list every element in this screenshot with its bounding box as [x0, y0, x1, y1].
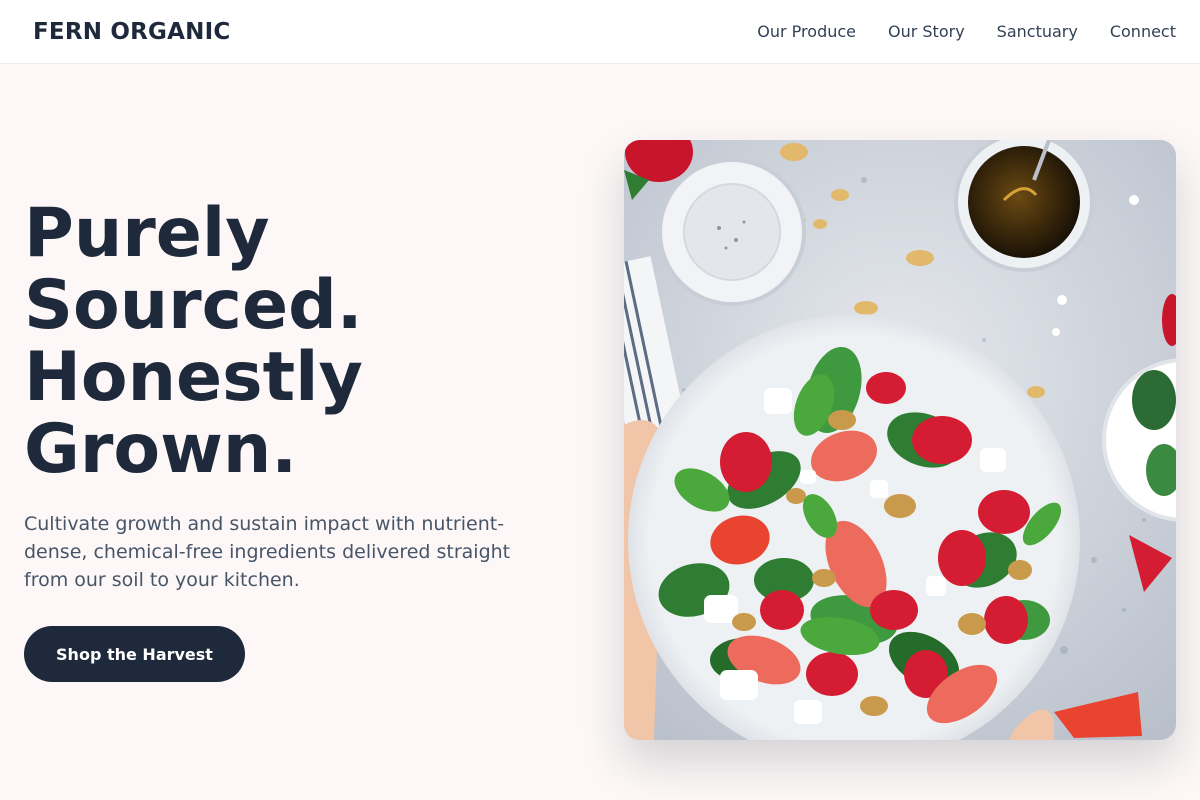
nav-link-our-story[interactable]: Our Story [888, 22, 965, 41]
hero-title-line: Grown. [24, 410, 298, 489]
brand-logo[interactable]: FERN ORGANIC [33, 19, 230, 45]
hero-title-line: Honestly [24, 338, 363, 417]
hero-title-line: Sourced. [24, 266, 363, 345]
main-nav: Our Produce Our Story Sanctuary Connect [757, 22, 1176, 41]
hero-title: Purely Sourced. Honestly Grown. [24, 198, 544, 486]
hero-salad-image [624, 140, 1176, 740]
nav-link-connect[interactable]: Connect [1110, 22, 1176, 41]
shop-the-harvest-button[interactable]: Shop the Harvest [24, 626, 245, 682]
nav-link-our-produce[interactable]: Our Produce [757, 22, 856, 41]
hero-title-line: Purely [24, 194, 270, 273]
site-header: FERN ORGANIC Our Produce Our Story Sanct… [0, 0, 1200, 64]
hero-subtitle: Cultivate growth and sustain impact with… [24, 513, 511, 591]
nav-link-sanctuary[interactable]: Sanctuary [997, 22, 1078, 41]
